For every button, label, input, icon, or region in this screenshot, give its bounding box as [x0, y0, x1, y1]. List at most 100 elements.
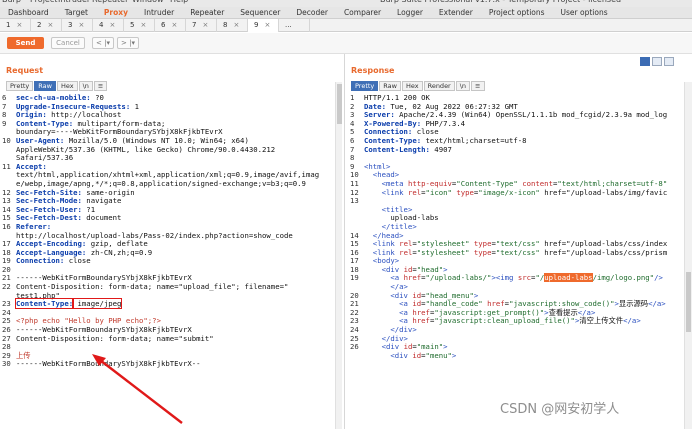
main-tab-extender[interactable]: Extender [431, 7, 481, 19]
attr-value: "icon" [425, 187, 452, 197]
request-editor[interactable]: 6 sec-ch-ua-mobile: ?0 7 Upgrade-Insecure-R… [2, 94, 334, 429]
repeater-tab-10[interactable]: ... [279, 19, 310, 32]
line-number: 11 [2, 161, 11, 171]
line-number: 22 [2, 282, 11, 292]
line-number: 10 [2, 135, 11, 145]
close-icon[interactable]: × [78, 21, 84, 29]
repeater-tab-label: 8 [223, 21, 228, 29]
pane-divider[interactable] [344, 54, 345, 429]
history-forward-button[interactable]: > |▾ [117, 37, 139, 49]
response-scrollbar[interactable] [684, 82, 692, 429]
html-tag: </a [648, 299, 662, 309]
split-vertical-icon[interactable] [652, 57, 662, 66]
repeater-tab-3[interactable]: 3 × [62, 19, 93, 32]
main-tab-comparer[interactable]: Comparer [336, 7, 389, 19]
repeater-tab-1[interactable]: 1 × [0, 19, 31, 32]
request-subtab-[interactable]: ≡ [93, 81, 108, 91]
close-icon[interactable]: × [264, 21, 270, 29]
response-subtab-n[interactable]: \n [455, 81, 471, 91]
request-view-tabs: Pretty Raw Hex \n ≡ [6, 81, 108, 91]
request-subtab-hex[interactable]: Hex [56, 81, 78, 91]
response-subtab-[interactable]: ≡ [471, 81, 485, 91]
repeater-tab-label: 6 [161, 21, 166, 29]
line-text: Connection: close [16, 256, 91, 266]
repeater-tab-7[interactable]: 7 × [186, 19, 217, 32]
html-attr: rel [407, 187, 422, 197]
response-title: Response [351, 66, 395, 75]
main-tab-sequencer[interactable]: Sequencer [232, 7, 288, 19]
header-value: Content-Disposition: form-data; name="su… [16, 333, 214, 343]
line-text: <link rel="icon" type="image/x-icon" hre… [364, 187, 668, 198]
request-subtab-raw[interactable]: Raw [34, 81, 56, 91]
menu-5[interactable]: Help [170, 0, 188, 4]
layout-toggle [640, 57, 674, 66]
menu-4[interactable]: Window [132, 0, 164, 4]
main-tab-intruder[interactable]: Intruder [136, 7, 182, 19]
menu-2[interactable]: Intruder [58, 0, 90, 4]
line-number: 9 [2, 118, 7, 128]
main-tab-repeater[interactable]: Repeater [182, 7, 232, 19]
request-subtab-pretty[interactable]: Pretty [6, 81, 34, 91]
repeater-tab-5[interactable]: 5 × [124, 19, 155, 32]
repeater-tab-label: 3 [68, 21, 73, 29]
request-scrollbar[interactable] [335, 82, 342, 429]
main-tab-target[interactable]: Target [57, 7, 96, 19]
line-number: 19 [350, 273, 359, 283]
html-attr: rel [399, 247, 413, 257]
repeater-tab-9[interactable]: 9 × [248, 19, 279, 32]
main-tab-dashboard[interactable]: Dashboard [0, 7, 57, 19]
close-icon[interactable]: × [16, 21, 22, 29]
close-icon[interactable]: × [171, 21, 177, 29]
request-line: 27 Content-Disposition: form-data; name="… [2, 333, 334, 344]
response-subtab-render[interactable]: Render [423, 81, 455, 91]
response-subtab-pretty[interactable]: Pretty [351, 81, 379, 91]
text-run: /css/prism [623, 247, 668, 257]
menu-6[interactable]: Burp Suite Professional v1.7.x - Tempora… [380, 0, 621, 4]
main-tab-project-options[interactable]: Project options [481, 7, 553, 19]
split-horizontal-icon[interactable] [640, 57, 650, 66]
html-tag: <link [381, 187, 404, 197]
response-line: 8 [350, 154, 684, 163]
main-tab-decoder[interactable]: Decoder [288, 7, 336, 19]
send-button[interactable]: Send [7, 37, 44, 49]
html-tag: > [412, 221, 417, 231]
text-run: href="/ [539, 187, 575, 197]
html-attr: id [412, 350, 422, 360]
line-text: <link rel="stylesheet" type="text/css" h… [364, 247, 668, 258]
repeater-tab-8[interactable]: 8 × [217, 19, 248, 32]
repeater-tab-label: 9 [254, 21, 259, 29]
response-editor[interactable]: 1 HTTP/1.1 200 OK 2 Date: Tue, 02 Aug 2022 … [350, 94, 684, 429]
repeater-tab-6[interactable]: 6 × [155, 19, 186, 32]
response-subtab-raw[interactable]: Raw [379, 81, 401, 91]
menu-1[interactable]: Project [30, 0, 57, 4]
response-line: 9 <html> [350, 162, 684, 172]
menu-3[interactable]: Repeater [92, 0, 128, 4]
attr-value: "/upload-labs/" [425, 273, 492, 283]
response-line: 16 <link rel="stylesheet" type="text/css… [350, 247, 684, 258]
response-subtab-hex[interactable]: Hex [401, 81, 423, 91]
close-icon[interactable]: × [202, 21, 208, 29]
history-back-button[interactable]: < |▾ [92, 37, 114, 49]
menu-0[interactable]: Burp [2, 0, 21, 4]
close-icon[interactable]: × [47, 21, 53, 29]
tabbed-view-icon[interactable] [664, 57, 674, 66]
repeater-tab-2[interactable]: 2 × [31, 19, 62, 32]
repeater-tab-4[interactable]: 4 × [93, 19, 124, 32]
header-value: document [81, 213, 122, 223]
line-number [2, 146, 16, 155]
main-tab-proxy[interactable]: Proxy [96, 7, 136, 19]
close-icon[interactable]: × [109, 21, 115, 29]
main-tab-logger[interactable]: Logger [389, 7, 431, 19]
cancel-button[interactable]: Cancel [51, 37, 85, 49]
repeater-toolbar: Send Cancel < |▾ > |▾ [0, 33, 692, 54]
close-icon[interactable]: × [140, 21, 146, 29]
text-run: href="/ [539, 247, 575, 257]
request-scroll-thumb[interactable] [337, 84, 342, 124]
line-text: ------WebKitFormBoundarySYbjX8kFjkbTEvrX… [16, 360, 201, 369]
response-scroll-thumb[interactable] [686, 272, 691, 332]
repeater-tab-label: 7 [192, 21, 197, 29]
request-line: 30 ------WebKitFormBoundarySYbjX8kFjkbTEv… [2, 360, 334, 369]
main-tab-user-options[interactable]: User options [553, 7, 616, 19]
request-subtab-n[interactable]: \n [78, 81, 93, 91]
close-icon[interactable]: × [233, 21, 239, 29]
